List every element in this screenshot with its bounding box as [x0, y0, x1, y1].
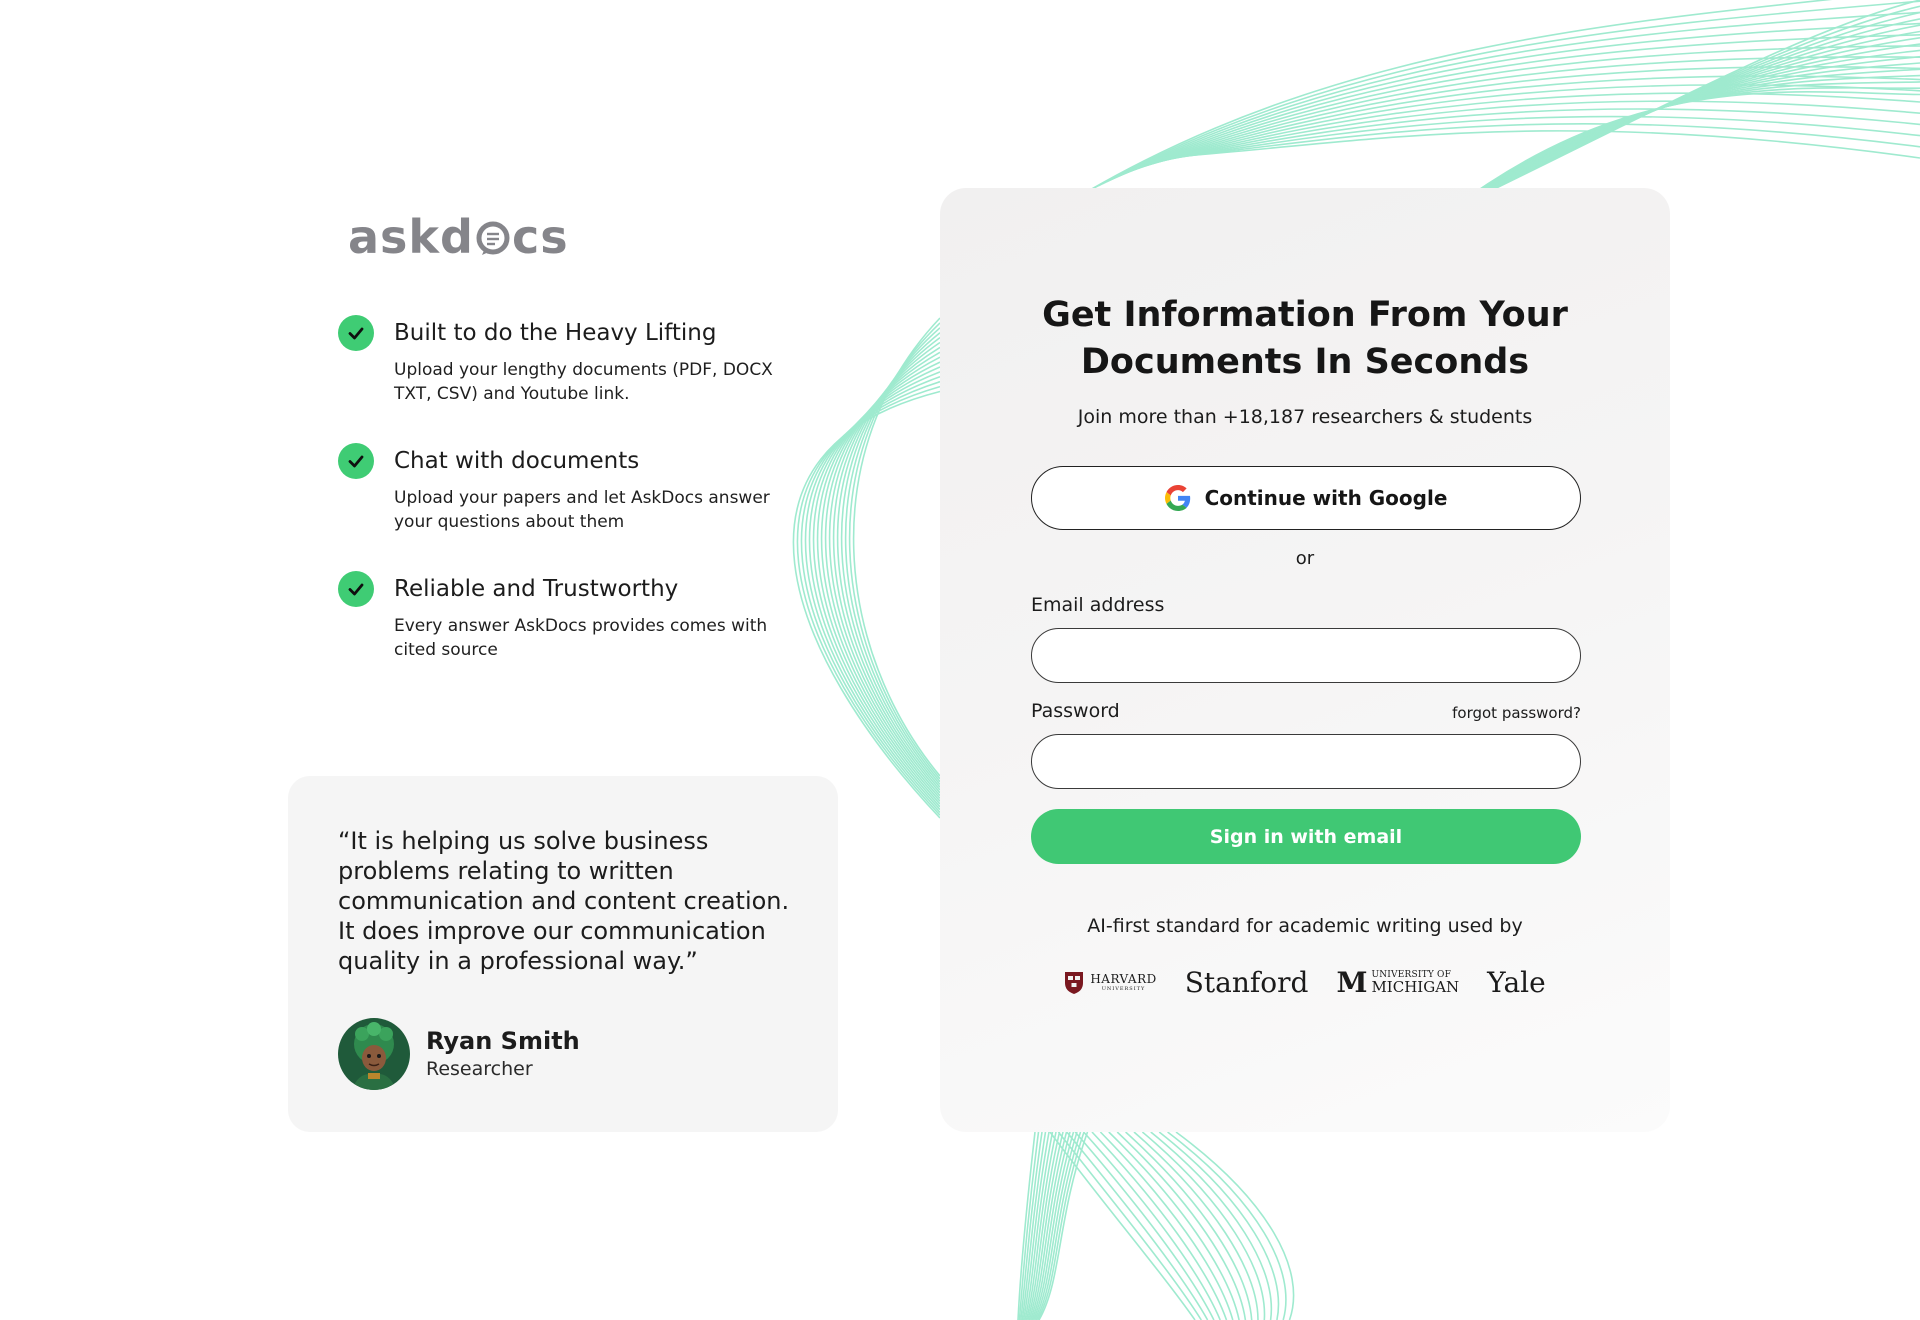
features-list: Built to do the Heavy Lifting Upload you… — [338, 315, 808, 700]
harvard-name: HARVARD — [1090, 972, 1157, 986]
harvard-shield-icon — [1065, 971, 1084, 994]
feature-title: Chat with documents — [394, 448, 640, 474]
university-logos: HARVARD UNIVERSITY Stanford M UNIVERSITY… — [940, 966, 1670, 999]
author-role: Researcher — [426, 1058, 533, 1080]
feature-title: Reliable and Trustworthy — [394, 576, 679, 602]
email-label: Email address — [1031, 594, 1165, 616]
login-subtitle: Join more than +18,187 researchers & stu… — [1077, 406, 1533, 428]
harvard-logo: HARVARD UNIVERSITY — [1064, 971, 1156, 995]
email-field[interactable] — [1031, 628, 1581, 683]
avatar — [338, 1018, 410, 1090]
page: askd cs Built to do the Heavy Lifting Up… — [0, 0, 1920, 1320]
password-field[interactable] — [1031, 734, 1581, 789]
testimonial-author: Ryan Smith Researcher — [338, 1018, 796, 1090]
feature-description: Upload your lengthy documents (PDF, DOCX… — [394, 360, 773, 404]
askdocs-logo: askd cs — [348, 210, 569, 264]
logo-text-suffix: cs — [511, 210, 569, 264]
chat-bubble-logo-icon — [476, 221, 510, 255]
login-title: Get Information From Your Documents In S… — [940, 292, 1670, 386]
login-title-line: Documents In Seconds — [1080, 342, 1530, 382]
stanford-logo: Stanford — [1184, 966, 1309, 999]
harvard-subtext: UNIVERSITY — [1101, 986, 1146, 992]
google-icon — [1164, 485, 1190, 511]
feature-item: Built to do the Heavy Lifting Upload you… — [338, 315, 808, 406]
continue-with-google-button[interactable]: Continue with Google — [1031, 466, 1581, 530]
author-name: Ryan Smith — [426, 1027, 580, 1055]
feature-description: Every answer AskDocs provides comes with… — [394, 616, 768, 660]
michigan-logo: M UNIVERSITY OF MICHIGAN — [1336, 966, 1459, 999]
used-by-text: AI-first standard for academic writing u… — [1087, 915, 1523, 937]
forgot-password-link[interactable]: forgot password? — [1452, 704, 1581, 722]
feature-item: Chat with documents Upload your papers a… — [338, 443, 808, 534]
sign-in-with-email-button[interactable]: Sign in with email — [1031, 809, 1581, 864]
login-title-line: Get Information From Your — [1042, 295, 1568, 335]
feature-description: Upload your papers and let AskDocs answe… — [394, 488, 770, 532]
yale-logo: Yale — [1487, 966, 1546, 999]
feature-item: Reliable and Trustworthy Every answer As… — [338, 571, 808, 662]
feature-title: Built to do the Heavy Lifting — [394, 320, 717, 346]
testimonial-card: “It is helping us solve business problem… — [288, 776, 838, 1132]
logo-text-prefix: askd — [348, 210, 474, 264]
check-icon — [338, 571, 374, 607]
michigan-block-m: M — [1336, 966, 1368, 999]
check-icon — [338, 443, 374, 479]
google-button-label: Continue with Google — [1204, 486, 1448, 510]
password-label: Password — [1031, 700, 1120, 722]
login-card: Get Information From Your Documents In S… — [940, 188, 1670, 1132]
check-icon — [338, 315, 374, 351]
or-divider: or — [1295, 548, 1315, 569]
testimonial-quote: “It is helping us solve business problem… — [338, 827, 790, 975]
michigan-name: MICHIGAN — [1371, 977, 1460, 996]
